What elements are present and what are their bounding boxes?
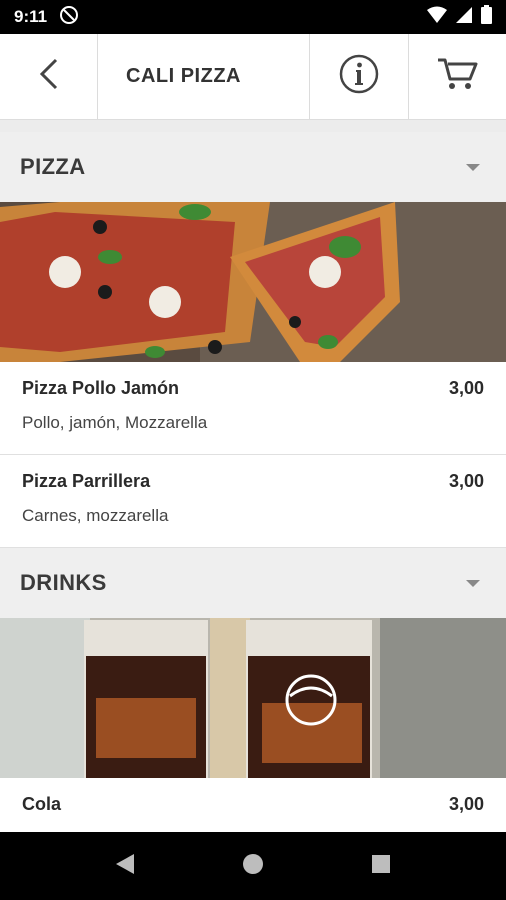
list-item[interactable]: Cola 3,00 xyxy=(0,778,506,832)
item-name: Cola xyxy=(22,794,62,814)
info-icon xyxy=(339,54,379,99)
info-button[interactable] xyxy=(310,34,409,119)
item-price: 3,00 xyxy=(448,794,484,814)
wifi-icon xyxy=(427,6,447,29)
section-header-pizza[interactable]: PIZZA xyxy=(0,132,506,202)
nav-home-button[interactable] xyxy=(189,853,317,880)
section-title: DRINKS xyxy=(20,570,107,595)
app-header: CALI PIZZA xyxy=(0,34,506,120)
item-price: 3,00 xyxy=(448,471,484,491)
pizza-banner-image xyxy=(0,202,506,362)
nav-recents-button[interactable] xyxy=(317,854,445,879)
circle-home-icon xyxy=(242,853,264,880)
at-sign-icon xyxy=(59,5,79,30)
item-price: 3,00 xyxy=(448,378,484,398)
list-item[interactable]: Pizza Parrillera 3,00 Carnes, mozzarella xyxy=(0,455,506,548)
item-name: Pizza Parrillera xyxy=(22,471,151,491)
item-description: Pollo, jamón, Mozzarella xyxy=(22,413,208,432)
cart-icon xyxy=(437,57,479,96)
section-header-drinks[interactable]: DRINKS xyxy=(0,548,506,618)
status-bar: 9:11 xyxy=(0,0,506,34)
list-item[interactable]: Pizza Pollo Jamón 3,00 Pollo, jamón, Moz… xyxy=(0,362,506,455)
cart-button[interactable] xyxy=(409,34,506,119)
menu-content[interactable]: PIZZA Pizza Pollo Jamón 3,00 Pollo, jamó… xyxy=(0,120,506,832)
drinks-banner-image xyxy=(0,618,506,778)
nav-back-button[interactable] xyxy=(61,853,189,880)
triangle-back-icon xyxy=(115,853,135,880)
chevron-down-icon xyxy=(466,163,480,171)
page-title: CALI PIZZA xyxy=(98,34,310,119)
signal-icon xyxy=(455,6,473,29)
back-arrow-icon xyxy=(38,58,60,95)
section-title: PIZZA xyxy=(20,154,86,179)
system-nav-bar xyxy=(0,832,506,900)
back-button[interactable] xyxy=(0,34,98,119)
square-recents-icon xyxy=(371,854,391,879)
chevron-down-icon xyxy=(466,579,480,587)
item-name: Pizza Pollo Jamón xyxy=(22,378,180,398)
item-description: Carnes, mozzarella xyxy=(22,506,169,525)
battery-icon xyxy=(481,5,492,29)
status-time: 9:11 xyxy=(14,7,48,26)
